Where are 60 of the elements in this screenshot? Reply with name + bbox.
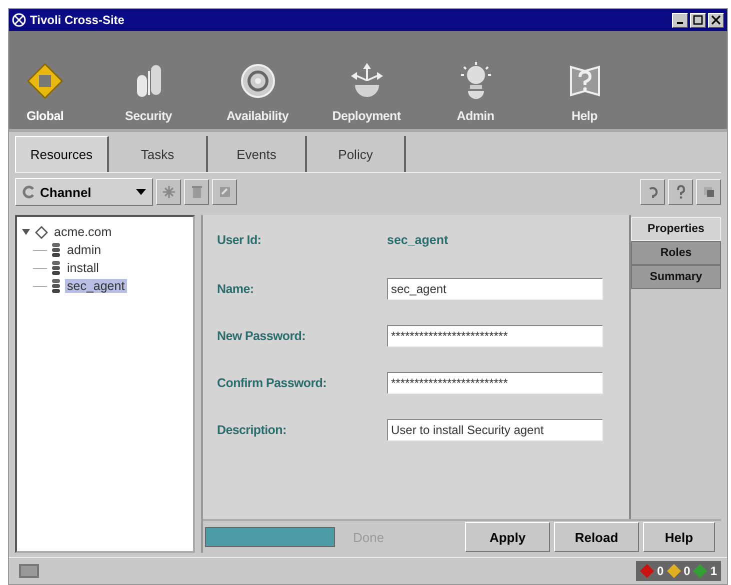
input-field[interactable]: User to install Security agent [387, 418, 603, 440]
edit-button[interactable] [212, 179, 237, 205]
field-label: Confirm Password: [217, 376, 328, 390]
tab[interactable]: Tasks [109, 136, 208, 172]
undo-button[interactable] [640, 179, 665, 205]
tree-item[interactable]: acme.com [52, 225, 114, 239]
delete-button[interactable] [184, 179, 209, 205]
maximize-icon [693, 15, 703, 25]
status-count: 0 [684, 564, 690, 578]
tab[interactable]: Events [208, 136, 307, 172]
field-label: User Id: [217, 233, 262, 247]
user-icon [51, 243, 61, 257]
edit-icon [218, 185, 232, 199]
toolbar-button[interactable]: Global [15, 61, 75, 123]
maximize-button[interactable] [690, 12, 706, 28]
status-count: 1 [710, 564, 717, 578]
tree-item[interactable]: sec_agent [65, 279, 127, 293]
field-label: New Password: [217, 328, 306, 342]
caret-icon [136, 189, 146, 195]
field-label: Description: [217, 422, 288, 436]
minimize-button[interactable] [672, 12, 688, 28]
status-count: 0 [656, 564, 664, 578]
user-id-value: sec_agent [387, 233, 448, 247]
toolbar-button[interactable]: Availability [204, 61, 311, 123]
side-tab[interactable]: Roles [631, 241, 721, 265]
tab[interactable]: Resources [15, 136, 109, 172]
side-tab[interactable]: Summary [631, 265, 721, 289]
input-field[interactable]: sec_agent [387, 278, 603, 300]
window-button[interactable] [696, 179, 721, 205]
domain-icon [35, 226, 48, 238]
input-field[interactable]: ************************* [387, 324, 603, 346]
diamond-icon [25, 61, 65, 101]
app-icon [12, 13, 26, 27]
expand-toggle-icon[interactable] [21, 227, 31, 237]
action-button[interactable]: Apply [465, 522, 550, 552]
action-button[interactable]: Reload [554, 522, 639, 552]
tree-item[interactable]: install [65, 261, 101, 275]
user-icon [51, 279, 61, 293]
side-tab[interactable]: Properties [631, 217, 721, 241]
field-label: Name: [217, 282, 255, 296]
minimize-icon [677, 22, 683, 24]
asterisk-icon [162, 185, 176, 199]
trash-icon [190, 185, 204, 199]
tab[interactable]: Policy [307, 136, 406, 172]
close-icon [711, 15, 721, 25]
close-button[interactable] [708, 12, 724, 28]
new-button[interactable] [156, 179, 181, 205]
action-button[interactable]: Help [643, 522, 715, 552]
channel-dropdown[interactable]: Channel [15, 178, 153, 206]
window-title: Tivoli Cross-Site [30, 13, 124, 27]
help-button[interactable] [668, 179, 693, 205]
user-icon [51, 261, 61, 275]
input-field[interactable]: ************************* [387, 372, 603, 394]
toolbar-button[interactable]: Security [95, 61, 202, 123]
tree-item[interactable]: admin [65, 243, 104, 257]
toolbar-button[interactable]: Help [531, 61, 638, 123]
toolbar-button[interactable]: Admin [422, 61, 529, 123]
toolbar-button[interactable]: Deployment [313, 61, 420, 123]
window-icon [702, 185, 716, 199]
refresh-icon [22, 185, 36, 199]
